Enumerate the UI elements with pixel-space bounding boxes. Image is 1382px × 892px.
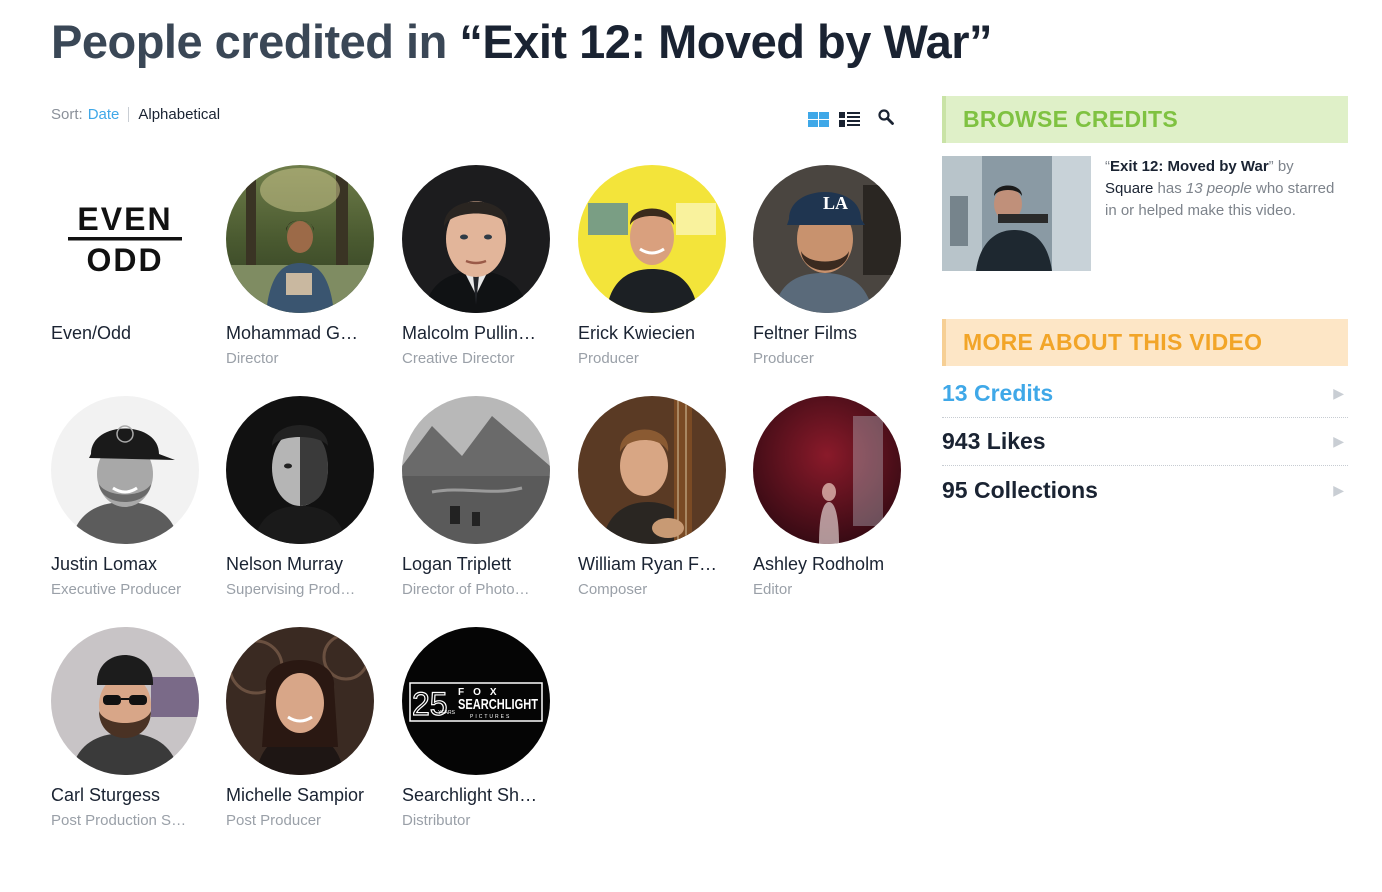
searchlight-logo: 25 YEARS FOX SEARCHLIGHT PICTURES: [402, 627, 550, 775]
sort-label: Sort:: [51, 106, 83, 123]
credit-name: William Ryan F…: [578, 554, 718, 574]
avatar: [226, 627, 374, 775]
credit-card[interactable]: Mohammad G… Director: [226, 165, 386, 367]
credit-name: Searchlight Sh…: [402, 785, 538, 805]
credit-name: Malcolm Pullin…: [402, 323, 537, 343]
title-open-quote: “: [459, 15, 483, 68]
list-view-icon[interactable]: [839, 112, 860, 127]
browse-credits-header: BROWSE CREDITS: [942, 96, 1348, 143]
credit-card[interactable]: Nelson Murray Supervising Prod…: [226, 396, 386, 598]
searchlight-years-number: 25: [412, 686, 448, 722]
title-video-text: Exit 12: Moved by War: [482, 15, 969, 68]
credit-role: Distributor: [402, 812, 471, 829]
avatar: [51, 627, 199, 775]
credit-name: Logan Triplett: [402, 554, 512, 574]
more-about-section: MORE ABOUT THIS VIDEO 13 Credits ▶ 943 L…: [942, 319, 1348, 514]
credit-card[interactable]: Ashley Rodholm Editor: [753, 396, 913, 598]
browse-people-count: 13 people: [1185, 180, 1252, 197]
avatar: LA: [753, 165, 901, 313]
svg-text:LA: LA: [823, 193, 848, 213]
credit-card[interactable]: Carl Sturgess Post Production S…: [51, 627, 211, 829]
credit-name: Justin Lomax: [51, 554, 158, 574]
stat-label: 13 Credits: [942, 380, 1054, 406]
avatar: [753, 396, 901, 544]
even-odd-logo: EVEN ODD: [51, 165, 199, 313]
credit-card[interactable]: Logan Triplett Director of Photo…: [402, 396, 562, 598]
collections-count-link[interactable]: 95 Collections ▶: [942, 466, 1348, 514]
avatar: [402, 396, 550, 544]
title-video-name: “Exit 12: Moved by War”: [459, 15, 992, 68]
sort-date-option[interactable]: Date: [88, 106, 120, 123]
credit-role: Post Producer: [226, 812, 322, 829]
credit-card[interactable]: William Ryan F… Composer: [578, 396, 738, 598]
page-title: People credited in “Exit 12: Moved by Wa…: [51, 14, 993, 69]
sort-bar: Sort: Date Alphabetical: [51, 106, 220, 123]
browse-close-quote-by: ” by: [1268, 158, 1294, 175]
avatar: [402, 165, 550, 313]
avatar: [226, 396, 374, 544]
credit-name: Feltner Films: [753, 323, 858, 343]
arrow-right-icon: ▶: [1333, 385, 1344, 401]
search-icon[interactable]: [878, 108, 894, 125]
credit-name: Even/Odd: [51, 323, 132, 343]
credit-role: Creative Director: [402, 350, 515, 367]
sidebar: BROWSE CREDITS “Exit 12: Moved by War” b…: [942, 96, 1348, 271]
credit-name: Nelson Murray: [226, 554, 344, 574]
view-controls: [808, 108, 894, 127]
browse-owner-link[interactable]: Square: [1105, 180, 1153, 197]
browse-has: has: [1153, 180, 1186, 197]
credit-card[interactable]: LA Feltner Films Producer: [753, 165, 913, 367]
credit-card[interactable]: Justin Lomax Executive Producer: [51, 396, 211, 598]
searchlight-wordmark: SEARCHLIGHT: [458, 696, 538, 713]
video-thumbnail[interactable]: [942, 156, 1091, 271]
title-prefix: People credited in: [51, 15, 460, 68]
credit-name: Erick Kwiecien: [578, 323, 696, 343]
likes-count-link[interactable]: 943 Likes ▶: [942, 418, 1348, 466]
avatar: [51, 396, 199, 544]
stat-label: 95 Collections: [942, 476, 1098, 503]
more-about-header: MORE ABOUT THIS VIDEO: [942, 319, 1348, 366]
credit-card[interactable]: 25 YEARS FOX SEARCHLIGHT PICTURES Search…: [402, 627, 562, 829]
arrow-right-icon: ▶: [1333, 481, 1344, 498]
searchlight-years-label: YEARS: [438, 710, 456, 716]
grid-view-icon[interactable]: [808, 112, 829, 127]
stat-label: 943 Likes: [942, 428, 1046, 454]
credit-card[interactable]: Malcolm Pullin… Creative Director: [402, 165, 562, 367]
browse-video-link[interactable]: Exit 12: Moved by War: [1110, 158, 1269, 175]
credit-role: Executive Producer: [51, 581, 182, 598]
stats-list: 13 Credits ▶ 943 Likes ▶ 95 Collections …: [942, 370, 1348, 514]
sort-divider: [128, 107, 130, 122]
avatar: [578, 396, 726, 544]
credit-name: Carl Sturgess: [51, 785, 161, 805]
credit-role: Director of Photo…: [402, 581, 530, 598]
credit-role: Composer: [578, 581, 648, 598]
even-odd-logo-bottom: ODD: [86, 242, 163, 278]
avatar: [226, 165, 374, 313]
credit-card[interactable]: Erick Kwiecien Producer: [578, 165, 738, 367]
credit-role: Producer: [578, 350, 639, 367]
arrow-right-icon: ▶: [1333, 433, 1344, 449]
credit-card[interactable]: Michelle Sampior Post Producer: [226, 627, 386, 829]
credit-role: Director: [226, 350, 279, 367]
credit-name: Michelle Sampior: [226, 785, 365, 805]
credit-name: Ashley Rodholm: [753, 554, 885, 574]
credit-card[interactable]: EVEN ODD Even/Odd: [51, 165, 211, 350]
credit-role: Producer: [753, 350, 814, 367]
searchlight-pictures: PICTURES: [470, 714, 511, 720]
credits-count-link[interactable]: 13 Credits ▶: [942, 370, 1348, 418]
credit-role: Supervising Prod…: [226, 581, 356, 598]
even-odd-logo-top: EVEN: [77, 201, 172, 237]
credit-role: Post Production S…: [51, 812, 187, 829]
credit-role: Editor: [753, 581, 793, 598]
sort-alphabetical-option[interactable]: Alphabetical: [138, 106, 220, 123]
browse-card: “Exit 12: Moved by War” by Square has 13…: [942, 156, 1348, 271]
credit-name: Mohammad G…: [226, 323, 359, 343]
avatar: [578, 165, 726, 313]
title-close-quote: ”: [969, 15, 993, 68]
browse-description: “Exit 12: Moved by War” by Square has 13…: [1105, 156, 1335, 271]
